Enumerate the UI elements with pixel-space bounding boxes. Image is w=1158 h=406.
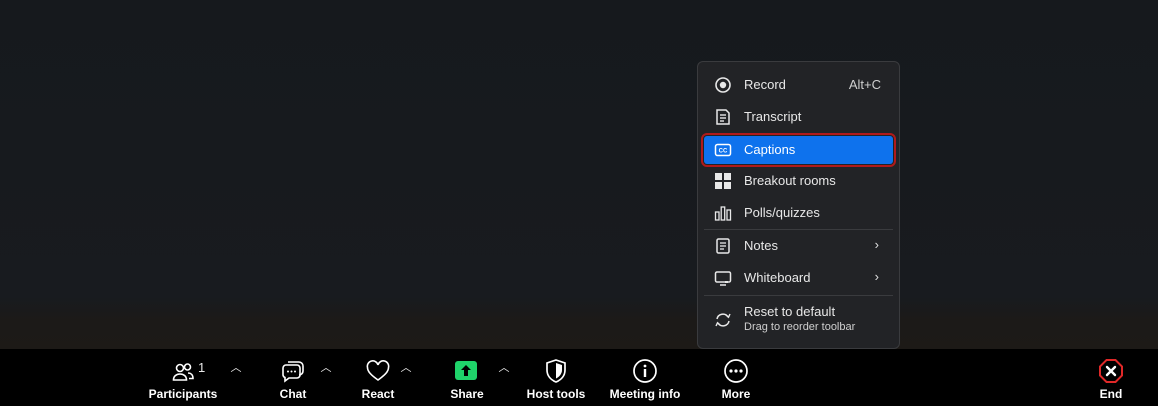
reset-icon <box>715 313 731 327</box>
video-stage <box>0 0 1158 349</box>
menu-item-whiteboard[interactable]: Whiteboard › <box>704 263 893 293</box>
captions-icon: CC <box>714 143 732 157</box>
participants-label: Participants <box>148 387 218 401</box>
share-screen-icon <box>455 361 477 380</box>
menu-item-transcript[interactable]: Transcript <box>704 102 893 132</box>
share-label: Share <box>450 387 484 401</box>
menu-item-label: Breakout rooms <box>744 173 836 188</box>
more-button[interactable]: More <box>716 349 756 406</box>
polls-icon <box>714 206 732 221</box>
end-button[interactable]: End <box>1092 349 1130 406</box>
chat-button[interactable]: Chat <box>272 349 314 406</box>
participants-button[interactable]: 1 Participants <box>149 349 218 406</box>
chat-options-caret[interactable]: ︿ <box>319 361 333 375</box>
end-call-icon <box>1099 359 1123 383</box>
react-button[interactable]: React <box>357 349 399 406</box>
menu-item-label: Record <box>744 77 786 92</box>
meeting-info-button[interactable]: Meeting info <box>610 349 680 406</box>
meeting-info-label: Meeting info <box>609 387 681 401</box>
more-menu: Record Alt+C Transcript CC Captions Brea… <box>697 61 900 349</box>
heart-icon <box>366 360 390 381</box>
divider <box>704 229 893 230</box>
menu-item-label: Whiteboard <box>744 270 811 285</box>
chevron-right-icon: › <box>874 237 879 252</box>
react-label: React <box>361 387 395 401</box>
menu-item-label: Transcript <box>744 109 802 124</box>
svg-text:CC: CC <box>719 149 728 155</box>
menu-item-polls[interactable]: Polls/quizzes <box>704 198 893 228</box>
more-icon <box>724 359 748 383</box>
end-label: End <box>1099 387 1123 401</box>
participants-options-caret[interactable]: ︿ <box>229 361 243 375</box>
menu-item-label: Captions <box>744 142 796 157</box>
menu-item-label: Notes <box>744 238 778 253</box>
participant-count: 1 <box>198 360 206 375</box>
menu-item-captions[interactable]: CC Captions <box>701 133 896 167</box>
share-button[interactable]: Share <box>446 349 488 406</box>
menu-item-record[interactable]: Record Alt+C <box>704 70 893 100</box>
chat-icon <box>282 361 304 383</box>
divider <box>704 295 893 296</box>
whiteboard-icon <box>714 271 732 286</box>
breakout-rooms-icon <box>715 173 731 189</box>
menu-item-breakout-rooms[interactable]: Breakout rooms <box>704 166 893 196</box>
menu-item-label: Polls/quizzes <box>744 205 820 220</box>
reset-sublabel: Drag to reorder toolbar <box>744 321 856 333</box>
host-tools-button[interactable]: Host tools <box>526 349 586 406</box>
shield-icon <box>546 359 566 383</box>
more-label: More <box>721 387 751 401</box>
chat-label: Chat <box>279 387 307 401</box>
react-options-caret[interactable]: ︿ <box>399 361 413 375</box>
record-icon <box>715 77 731 93</box>
meeting-toolbar: 1 Participants ︿ Chat ︿ React ︿ Share ︿ <box>0 349 1158 406</box>
transcript-icon <box>716 109 730 125</box>
participants-icon <box>172 363 194 381</box>
reset-label: Reset to default <box>744 304 836 319</box>
shortcut-text: Alt+C <box>848 77 881 92</box>
info-icon <box>633 359 657 383</box>
menu-item-notes[interactable]: Notes › <box>704 231 893 261</box>
share-options-caret[interactable]: ︿ <box>497 361 511 375</box>
menu-item-reset[interactable]: Reset to default Drag to reorder toolbar <box>704 300 893 340</box>
chevron-right-icon: › <box>874 269 879 284</box>
host-tools-label: Host tools <box>526 387 586 401</box>
notes-icon <box>716 238 730 254</box>
